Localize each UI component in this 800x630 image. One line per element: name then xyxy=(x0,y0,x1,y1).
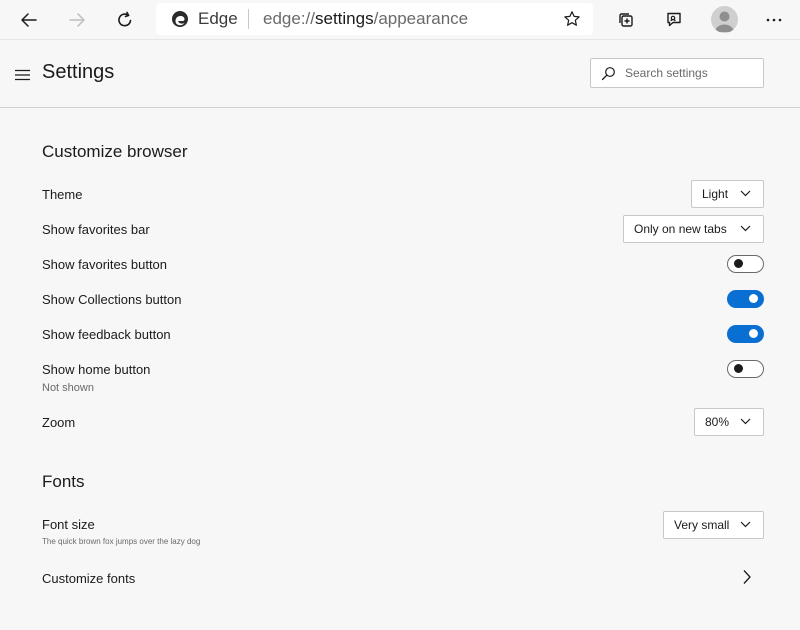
favorites-button-label: Show favorites button xyxy=(42,257,168,272)
favorites-bar-label: Show favorites bar xyxy=(42,222,150,237)
address-brand: Edge xyxy=(198,9,238,28)
edge-logo-icon xyxy=(172,11,188,27)
chevron-down-icon xyxy=(740,225,751,232)
home-button-toggle[interactable] xyxy=(727,360,764,378)
collections-button[interactable] xyxy=(609,3,643,37)
feedback-icon xyxy=(667,12,681,27)
more-menu-button[interactable] xyxy=(757,3,791,37)
back-arrow-icon xyxy=(21,13,37,27)
search-settings-box[interactable] xyxy=(590,58,764,88)
collections-button-label: Show Collections button xyxy=(42,292,182,307)
back-button[interactable] xyxy=(12,3,46,37)
address-separator xyxy=(248,9,249,29)
theme-dropdown[interactable]: Light xyxy=(691,180,764,208)
forward-arrow-icon xyxy=(69,13,85,27)
url-path: /appearance xyxy=(373,9,469,28)
browser-toolbar: Edge edge://settings/appearance xyxy=(0,0,800,40)
toggle-knob xyxy=(749,294,758,303)
fonts-heading: Fonts xyxy=(42,472,85,491)
search-settings-input[interactable] xyxy=(625,64,757,82)
profile-avatar[interactable] xyxy=(711,6,738,33)
chevron-right-icon[interactable] xyxy=(742,569,752,585)
theme-value: Light xyxy=(702,187,729,201)
feedback-button-toggle[interactable] xyxy=(727,325,764,343)
collections-icon xyxy=(619,13,633,27)
home-button-label: Show home button xyxy=(42,362,151,377)
zoom-value: 80% xyxy=(705,415,730,429)
url-host: settings xyxy=(315,9,374,28)
customize-fonts-link[interactable]: Customize fonts xyxy=(42,571,135,586)
url-prefix: edge:// xyxy=(263,9,315,28)
favorites-bar-dropdown[interactable]: Only on new tabs xyxy=(623,215,764,243)
toggle-knob xyxy=(749,329,758,338)
font-size-sample: The quick brown fox jumps over the lazy … xyxy=(42,537,201,546)
refresh-button[interactable] xyxy=(108,3,142,37)
more-dots-icon xyxy=(766,18,782,22)
collections-button-toggle[interactable] xyxy=(727,290,764,308)
font-size-dropdown[interactable]: Very small xyxy=(663,511,764,539)
toggle-knob xyxy=(734,259,743,268)
feedback-button-label: Show feedback button xyxy=(42,327,171,342)
chevron-down-icon xyxy=(740,418,751,425)
theme-label: Theme xyxy=(42,187,83,202)
address-url: edge://settings/appearance xyxy=(263,9,468,29)
chevron-down-icon xyxy=(740,190,751,197)
home-button-status: Not shown xyxy=(42,382,94,394)
page-title: Settings xyxy=(42,61,115,83)
profile-avatar-icon xyxy=(714,11,735,32)
hamburger-menu-icon[interactable] xyxy=(15,69,30,81)
zoom-label: Zoom xyxy=(42,415,76,430)
toggle-knob xyxy=(734,364,743,373)
favorites-bar-value: Only on new tabs xyxy=(634,222,727,236)
favorite-star-icon[interactable] xyxy=(563,10,581,28)
settings-header: Settings xyxy=(0,41,800,108)
font-size-label: Font size xyxy=(42,517,95,532)
chevron-down-icon xyxy=(740,521,751,528)
customize-browser-heading: Customize browser xyxy=(42,142,188,161)
refresh-icon xyxy=(118,11,132,27)
feedback-button[interactable] xyxy=(657,3,691,37)
search-icon xyxy=(601,67,615,81)
font-size-value: Very small xyxy=(674,518,730,532)
favorites-button-toggle[interactable] xyxy=(727,255,764,273)
address-bar[interactable]: Edge edge://settings/appearance xyxy=(156,3,593,35)
settings-content: Customize browser Theme Light Show favor… xyxy=(0,108,800,630)
zoom-dropdown[interactable]: 80% xyxy=(694,408,764,436)
forward-button[interactable] xyxy=(60,3,94,37)
